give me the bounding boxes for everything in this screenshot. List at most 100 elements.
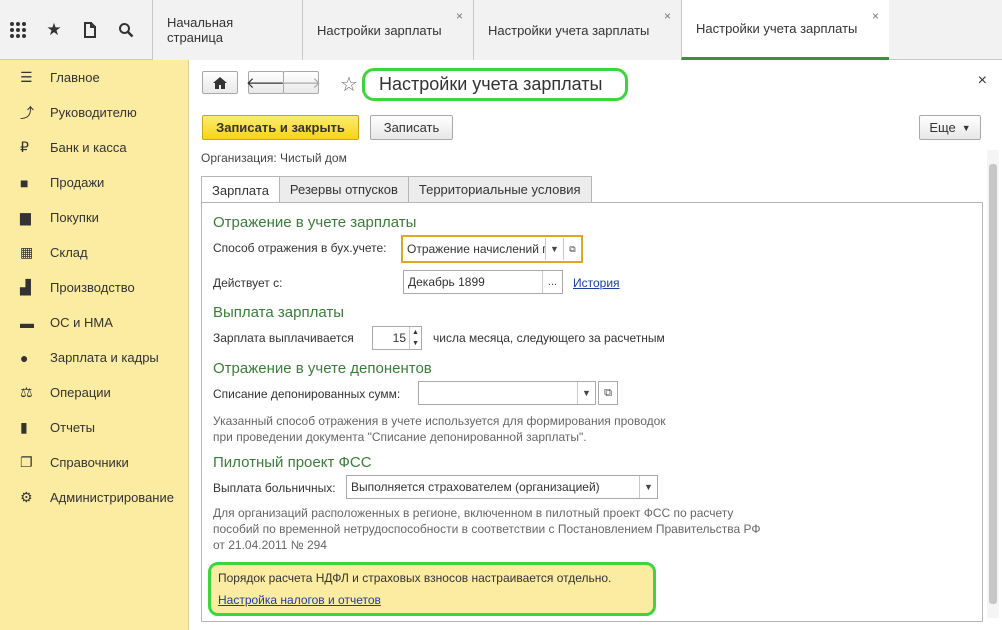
factory-icon: ▟ <box>20 279 31 295</box>
taxes-settings-link[interactable]: Настройка налогов и отчетов <box>218 593 381 607</box>
payment-day-stepper[interactable]: 15 ▲ ▼ <box>372 326 422 350</box>
deposits-select[interactable]: ▼ <box>418 381 596 405</box>
ruble-icon: ₽ <box>20 139 29 155</box>
sidebar-item-manager[interactable]: ⤴ Руководителю <box>0 95 189 130</box>
open-icon[interactable]: ⧉ <box>563 238 581 260</box>
home-icon <box>213 76 227 89</box>
effective-label: Действует с: <box>213 276 283 290</box>
people-icon: ● <box>20 349 29 366</box>
sidebar-item-reports[interactable]: ▮ Отчеты <box>0 410 189 445</box>
sidebar-item-operations[interactable]: ⚖ Операции <box>0 375 189 410</box>
sidebar-item-administration[interactable]: ⚙ Администрирование <box>0 480 189 515</box>
home-button[interactable] <box>202 71 238 94</box>
gear-icon: ⚙ <box>20 489 33 505</box>
sidebar-item-label: Покупки <box>50 210 99 225</box>
tab-salary-settings[interactable]: Настройки зарплаты × <box>302 0 473 60</box>
ellipsis-icon[interactable]: ... <box>542 271 562 293</box>
stepper-arrows-icon[interactable]: ▲ ▼ <box>409 327 421 349</box>
star-icon[interactable]: ★ <box>36 0 72 60</box>
truck-icon: ▬ <box>20 314 34 331</box>
sidebar-item-label: Продажи <box>50 175 105 190</box>
sidebar-item-label: Главное <box>50 70 100 85</box>
sidebar-item-sales[interactable]: ■ Продажи <box>0 165 189 200</box>
tab-territorial-conditions[interactable]: Территориальные условия <box>407 176 592 202</box>
bar-chart-icon: ▮ <box>20 419 28 435</box>
scrollbar-thumb[interactable] <box>989 164 997 604</box>
sidebar-item-label: Склад <box>50 245 88 260</box>
chevron-down-icon[interactable]: ▼ <box>639 476 657 498</box>
payment-label: Зарплата выплачивается <box>213 331 354 345</box>
sidebar-item-label: Отчеты <box>50 420 95 435</box>
taxes-info-text: Порядок расчета НДФЛ и страховых взносов… <box>218 571 612 585</box>
forward-button[interactable]: 🡒 <box>281 71 321 94</box>
sick-pay-value: Выполняется страхователем (организацией) <box>351 480 600 494</box>
tab-panel: Отражение в учете зарплаты Способ отраже… <box>201 202 983 622</box>
tab-close-icon[interactable]: × <box>872 9 879 23</box>
form-close-icon[interactable]: × <box>978 72 987 90</box>
tab-close-icon[interactable]: × <box>456 9 463 23</box>
window-tabs: Начальная страница Настройки зарплаты × Н… <box>152 0 889 60</box>
section-header-deposits: Отражение в учете депонентов <box>213 360 432 377</box>
payment-day-value: 15 <box>392 331 406 345</box>
sidebar-item-label: ОС и НМА <box>50 315 113 330</box>
sidebar-item-production[interactable]: ▟ Производство <box>0 270 189 305</box>
sick-pay-select[interactable]: Выполняется страхователем (организацией)… <box>346 475 658 499</box>
deposits-label: Списание депонированных сумм: <box>213 387 401 401</box>
tab-salary[interactable]: Зарплата <box>201 176 280 203</box>
tab-salary-accounting-settings[interactable]: Настройки учета зарплаты × <box>473 0 681 60</box>
sidebar-item-salary-hr[interactable]: ● Зарплата и кадры <box>0 340 189 375</box>
tab-salary-accounting-settings-active[interactable]: Настройки учета зарплаты × <box>681 0 889 60</box>
save-button[interactable]: Записать <box>370 115 453 140</box>
chevron-down-icon[interactable]: ▼ <box>577 382 595 404</box>
top-bar: ★ Начальная страница Настройки зарплаты ×… <box>0 0 1002 60</box>
fss-note: Для организаций расположенных в регионе,… <box>213 505 761 553</box>
sidebar: ☰ Главное ⤴ Руководителю ₽ Банк и касса ■ Пр… <box>0 60 189 630</box>
section-header-fss: Пилотный проект ФСС <box>213 454 372 471</box>
main-form: 🡐 🡒 ☆ Настройки учета зарплаты × Записат… <box>190 60 1002 630</box>
sidebar-item-purchases[interactable]: ▆ Покупки <box>0 200 189 235</box>
menu-lines-icon: ☰ <box>20 69 33 85</box>
effective-date-field[interactable]: Декабрь 1899 ... <box>403 270 563 294</box>
tab-close-icon[interactable]: × <box>664 9 671 23</box>
tab-home-page[interactable]: Начальная страница <box>152 0 302 60</box>
chevron-down-icon: ▼ <box>961 122 971 133</box>
history-link[interactable]: История <box>573 276 620 290</box>
sidebar-item-main[interactable]: ☰ Главное <box>0 60 189 95</box>
back-button[interactable]: 🡐 <box>246 71 286 94</box>
fss-note-line: от 21.04.2011 № 294 <box>213 538 327 552</box>
vertical-scrollbar[interactable] <box>987 150 999 618</box>
bag-icon: ■ <box>20 174 29 191</box>
sidebar-item-label: Операции <box>50 385 111 400</box>
sidebar-item-label: Банк и касса <box>50 140 127 155</box>
open-icon[interactable]: ⧉ <box>598 381 618 405</box>
sidebar-item-label: Зарплата и кадры <box>50 350 159 365</box>
method-select[interactable]: Отражение начислений п ▼ ⧉ <box>401 235 583 263</box>
form-title-highlight: Настройки учета зарплаты <box>362 68 628 101</box>
sidebar-item-warehouse[interactable]: ▦ Склад <box>0 235 189 270</box>
sidebar-item-directories[interactable]: ❐ Справочники <box>0 445 189 480</box>
sidebar-item-label: Производство <box>50 280 135 295</box>
chevron-down-icon[interactable]: ▼ <box>545 238 563 260</box>
history-icon[interactable] <box>72 0 108 60</box>
tab-label: Настройки учета зарплаты <box>488 22 650 38</box>
sidebar-item-bank[interactable]: ₽ Банк и касса <box>0 130 189 165</box>
apps-grid-icon[interactable] <box>0 0 36 60</box>
section-header-accounting: Отражение в учете зарплаты <box>213 214 417 231</box>
sidebar-item-fixed-assets[interactable]: ▬ ОС и НМА <box>0 305 189 340</box>
method-label: Способ отражения в бух.учете: <box>213 241 387 255</box>
tab-label: Начальная страница <box>167 15 234 45</box>
deposits-note-line: при проведении документа "Списание депон… <box>213 430 587 444</box>
more-button[interactable]: Еще ▼ <box>919 115 981 140</box>
deposits-note-line: Указанный способ отражения в учете испол… <box>213 414 666 428</box>
form-tabs: Зарплата Резервы отпусков Территориальны… <box>201 176 592 203</box>
save-and-close-button[interactable]: Записать и закрыть <box>202 115 359 140</box>
tab-label: Настройки учета зарплаты <box>696 21 858 36</box>
search-icon[interactable] <box>108 0 144 60</box>
operations-icon: ⚖ <box>20 384 33 400</box>
more-label: Еще <box>929 120 956 135</box>
deposits-note: Указанный способ отражения в учете испол… <box>213 413 666 445</box>
sidebar-item-label: Руководителю <box>50 105 137 120</box>
tab-vacation-reserves[interactable]: Резервы отпусков <box>278 176 409 202</box>
books-icon: ❐ <box>20 454 33 470</box>
favorite-star-icon[interactable]: ☆ <box>340 72 358 97</box>
